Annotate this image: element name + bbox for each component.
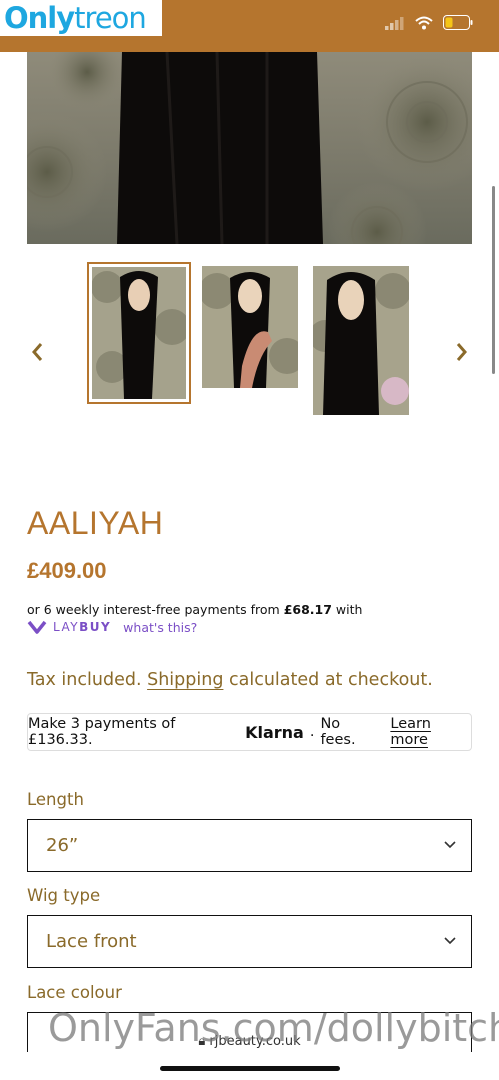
scrollbar[interactable] <box>492 186 495 374</box>
klarna-logo-dot: . <box>309 724 315 740</box>
battery-icon <box>443 15 473 30</box>
tax-notice: Tax included. Shipping calculated at che… <box>27 670 433 690</box>
laybuy-amount: £68.17 <box>283 602 332 617</box>
length-select-value: 26” <box>46 835 79 856</box>
watermark-logo-part-a: Only <box>4 1 75 35</box>
wig-type-select-value: Lace front <box>46 931 137 952</box>
laybuy-text-prefix: or 6 weekly interest-free payments from <box>27 602 284 617</box>
thumbnail-3-art <box>313 266 409 415</box>
thumbnail-2-art <box>202 266 298 388</box>
klarna-banner: Make 3 payments of £136.33. Klarna. No f… <box>27 713 472 751</box>
laybuy-text-suffix: with <box>331 602 363 617</box>
wig-type-select[interactable]: Lace front <box>27 915 472 968</box>
laybuy-message: or 6 weekly interest-free payments from … <box>27 602 362 617</box>
laybuy-logo: LAYBUY <box>53 620 111 634</box>
laybuy-heart-icon <box>27 620 47 634</box>
laybuy-logo-part-a: LAY <box>53 620 80 634</box>
gallery-thumbnail-3[interactable] <box>313 266 409 415</box>
wifi-icon <box>415 16 433 29</box>
tax-prefix: Tax included. <box>27 670 142 690</box>
klarna-text-prefix: Make 3 payments of £136.33. <box>28 716 176 748</box>
signal-icon <box>385 16 404 30</box>
watermark-logo-part-b: treon <box>74 1 147 35</box>
main-image-art <box>27 52 472 244</box>
klarna-logo: Klarna <box>245 722 304 742</box>
product-title: AALIYAH <box>27 505 164 541</box>
shipping-link[interactable]: Shipping <box>147 670 223 690</box>
status-bar: Only treon <box>0 0 499 52</box>
laybuy-logo-part-b: BUY <box>79 620 112 634</box>
gallery-thumbnail-2[interactable] <box>202 266 298 388</box>
option-label-wig-type: Wig type <box>27 886 101 905</box>
gallery-thumbnail-1[interactable] <box>87 262 191 404</box>
system-icons <box>385 15 473 30</box>
product-main-image[interactable] <box>27 52 472 244</box>
laybuy-info-link[interactable]: what's this? <box>123 620 197 635</box>
thumbnail-1-art <box>91 267 189 399</box>
watermark-text: OnlyFans.com/dollybitch <box>48 1006 499 1050</box>
tax-suffix: calculated at checkout. <box>229 670 433 690</box>
product-price: £409.00 <box>27 558 107 583</box>
chevron-down-icon <box>444 937 456 945</box>
gallery-next-icon[interactable] <box>455 341 469 363</box>
gallery-prev-icon[interactable] <box>30 341 44 363</box>
chevron-down-icon <box>444 841 456 849</box>
option-label-lace-colour: Lace colour <box>27 983 122 1002</box>
option-label-length: Length <box>27 790 84 809</box>
klarna-text-suffix: No fees. <box>320 716 356 748</box>
length-select[interactable]: 26” <box>27 819 472 872</box>
watermark-logo: Only treon <box>0 0 162 36</box>
klarna-learn-more-link[interactable]: Learn more <box>390 716 471 748</box>
laybuy-row: LAYBUY what's this? <box>27 619 197 635</box>
home-indicator[interactable] <box>160 1066 340 1071</box>
